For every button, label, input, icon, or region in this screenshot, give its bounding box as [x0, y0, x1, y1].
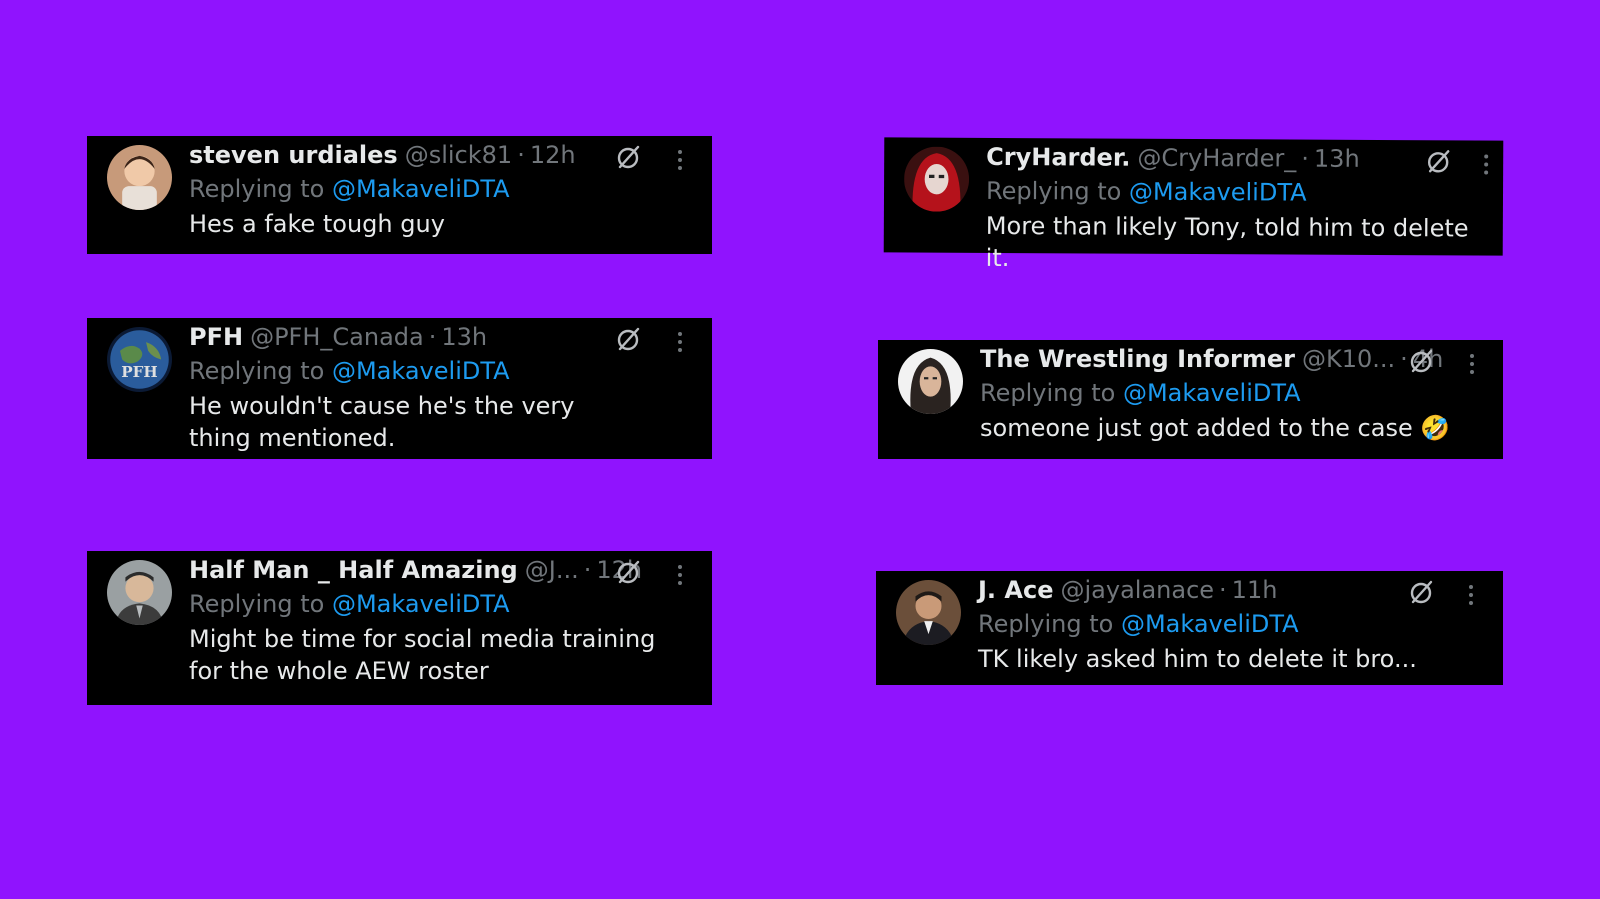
avatar-baby-photo-icon — [107, 145, 172, 210]
user-handle[interactable]: @jayalanace — [1060, 573, 1214, 607]
user-handle[interactable]: @slick81 — [405, 138, 512, 172]
more-vertical-icon[interactable] — [676, 330, 684, 354]
timestamp[interactable]: 13h — [1314, 142, 1360, 176]
tweet-text: Might be time for social media training … — [189, 625, 656, 685]
display-name[interactable]: PFH — [189, 320, 243, 354]
user-handle[interactable]: @PFH_Canada — [250, 320, 424, 354]
reply-card[interactable]: J. Ace @jayalanace · 11h Replying to @Ma… — [876, 571, 1503, 685]
avatar-red-hooded-figure-icon — [903, 146, 970, 212]
replying-to-line: Replying to @MakaveliDTA — [189, 354, 692, 388]
separator-dot: · — [1301, 144, 1310, 173]
tweet-text: TK likely asked him to delete it bro... — [978, 645, 1417, 673]
replying-to-label: Replying to — [985, 176, 1122, 206]
more-vertical-icon[interactable] — [676, 563, 684, 587]
mention-link[interactable]: @MakaveliDTA — [1123, 379, 1301, 407]
separator-dot: · — [1219, 576, 1227, 604]
tweet-text: someone just got added to the case 🤣 — [980, 414, 1451, 442]
reply-card[interactable]: Half Man _ Half Amazing @J... · 12h Repl… — [87, 551, 712, 705]
display-name[interactable]: Half Man _ Half Amazing — [189, 553, 518, 587]
reply-card[interactable]: The Wrestling Informer @K10... · 4h Repl… — [878, 340, 1503, 459]
reply-card[interactable]: steven urdiales @slick81 · 12h Replying … — [87, 136, 712, 254]
mention-link[interactable]: @MakaveliDTA — [1129, 178, 1307, 207]
avatar-globe-icon: PFH — [107, 327, 172, 392]
reply-card[interactable]: PFH PFH @PFH_Canada · 13h Replying to @M… — [87, 318, 712, 459]
timestamp[interactable]: 11h — [1232, 573, 1278, 607]
timestamp[interactable]: 12h — [530, 138, 576, 172]
avatar[interactable] — [898, 349, 963, 414]
avatar-suited-man-icon — [896, 580, 961, 645]
tweet-text: He wouldn't cause he's the very thing me… — [189, 392, 575, 452]
user-handle[interactable]: @J... — [525, 553, 579, 587]
grok-slash-circle-icon[interactable] — [614, 559, 642, 587]
timestamp[interactable]: 13h — [441, 320, 487, 354]
mention-link[interactable]: @MakaveliDTA — [332, 590, 510, 618]
tweet-text: Hes a fake tough guy — [189, 210, 445, 238]
replying-to-line: Replying to @MakaveliDTA — [980, 376, 1483, 410]
separator-dot: · — [428, 323, 437, 351]
more-vertical-icon[interactable] — [1482, 153, 1490, 177]
grok-slash-circle-icon[interactable] — [1407, 348, 1435, 376]
display-name[interactable]: The Wrestling Informer — [980, 342, 1295, 376]
avatar[interactable] — [107, 145, 172, 210]
user-handle[interactable]: @K10... — [1302, 342, 1395, 376]
mention-link[interactable]: @MakaveliDTA — [332, 357, 510, 385]
replying-to-line: Replying to @MakaveliDTA — [986, 174, 1483, 211]
replying-to-label: Replying to — [189, 357, 325, 385]
more-vertical-icon[interactable] — [676, 148, 684, 172]
avatar[interactable] — [903, 146, 970, 212]
user-handle[interactable]: @CryHarder_ — [1137, 141, 1296, 176]
display-name[interactable]: steven urdiales — [189, 138, 398, 172]
avatar-man-portrait-icon — [107, 560, 172, 625]
grok-slash-circle-icon[interactable] — [614, 326, 642, 354]
avatar-long-hair-person-icon — [898, 349, 963, 414]
avatar[interactable] — [107, 560, 172, 625]
mention-link[interactable]: @MakaveliDTA — [332, 175, 510, 203]
replying-to-line: Replying to @MakaveliDTA — [189, 587, 692, 621]
mention-link[interactable]: @MakaveliDTA — [1121, 610, 1299, 638]
replying-to-label: Replying to — [978, 610, 1114, 638]
grok-slash-circle-icon[interactable] — [1407, 579, 1435, 607]
display-name[interactable]: J. Ace — [978, 573, 1053, 607]
more-vertical-icon[interactable] — [1468, 352, 1476, 376]
avatar-initials: PFH — [121, 363, 157, 381]
more-vertical-icon[interactable] — [1467, 583, 1475, 607]
grok-slash-circle-icon[interactable] — [1424, 148, 1452, 176]
replying-to-label: Replying to — [189, 590, 325, 618]
replying-to-label: Replying to — [980, 379, 1116, 407]
avatar[interactable]: PFH — [107, 327, 172, 392]
separator-dot: · — [583, 556, 592, 584]
replying-to-label: Replying to — [189, 175, 325, 203]
avatar[interactable] — [896, 580, 961, 645]
tweet-text: More than likely Tony, told him to delet… — [985, 211, 1469, 273]
replying-to-line: Replying to @MakaveliDTA — [189, 172, 692, 206]
reply-card[interactable]: CryHarder. @CryHarder_ · 13h Replying to… — [883, 137, 1504, 272]
replying-to-line: Replying to @MakaveliDTA — [978, 607, 1483, 641]
display-name[interactable]: CryHarder. — [986, 140, 1130, 175]
separator-dot: · — [517, 141, 525, 169]
grok-slash-circle-icon[interactable] — [614, 144, 642, 172]
